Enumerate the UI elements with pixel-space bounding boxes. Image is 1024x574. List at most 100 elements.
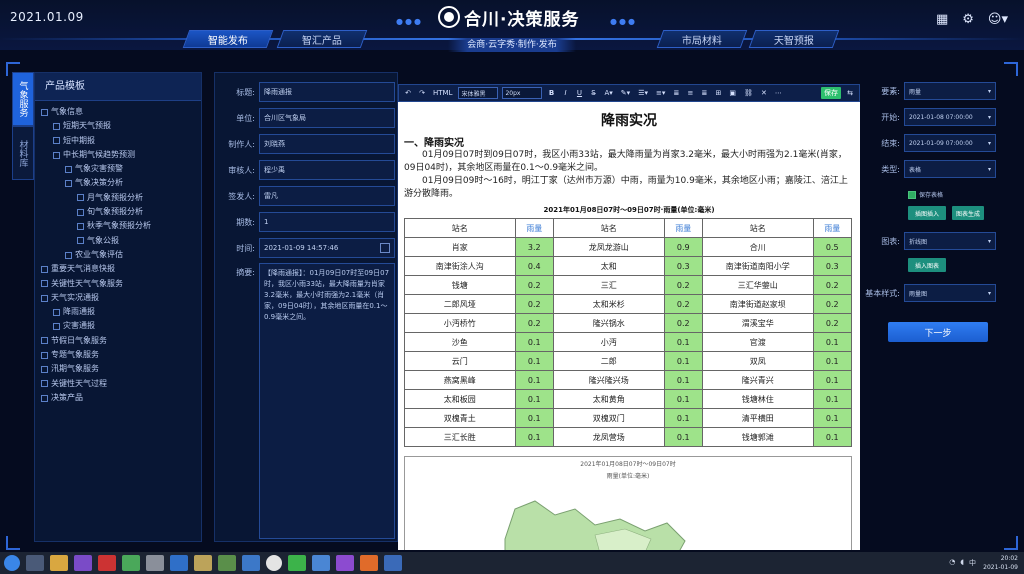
save-table-checkbox[interactable]: 保存表格 xyxy=(908,190,943,199)
wifi-icon[interactable]: ◔ xyxy=(949,558,955,568)
chrome-icon[interactable] xyxy=(266,555,282,571)
align-left-icon[interactable]: ≣ xyxy=(671,87,681,99)
undo-icon[interactable]: ↶ xyxy=(403,87,413,99)
highlight-icon[interactable]: ✎▾ xyxy=(619,87,632,99)
settings-select[interactable]: 2021-01-09 07:00:00 ▾ xyxy=(904,134,996,152)
tree-item[interactable]: 中长期气候趋势预测 xyxy=(35,148,201,162)
insert-chart-button[interactable]: 插入图表 xyxy=(908,258,946,272)
tree-item[interactable]: 决策产品 xyxy=(35,391,201,405)
start-icon[interactable] xyxy=(4,555,20,571)
taskbar-app-icon[interactable] xyxy=(312,555,330,571)
tab-smart-products[interactable]: 智汇产品 xyxy=(276,30,368,48)
visual-studio-icon[interactable] xyxy=(336,555,354,571)
side-tab-weather-service[interactable]: 气象服务 xyxy=(12,72,34,126)
folder-icon[interactable] xyxy=(50,555,68,571)
redo-icon[interactable]: ↷ xyxy=(417,87,427,99)
next-step-button[interactable]: 下一步 xyxy=(888,322,988,342)
chart-type-select[interactable]: 折线图 ▾ xyxy=(904,232,996,250)
tree-expander-icon[interactable] xyxy=(65,251,72,259)
form-input[interactable]: 雷凡 xyxy=(259,186,395,206)
form-input[interactable]: 2021-01-09 14:57:46 xyxy=(259,238,395,258)
tools-icon[interactable] xyxy=(194,555,212,571)
tree-item[interactable]: 关键性天气气象服务 xyxy=(35,277,201,291)
tab-forecast[interactable]: 天智预报 xyxy=(748,30,840,48)
tree-expander-icon[interactable] xyxy=(41,380,48,388)
ordered-list-icon[interactable]: ≡▾ xyxy=(654,87,667,99)
align-right-icon[interactable]: ≣ xyxy=(699,87,709,99)
swap-icon[interactable]: ⇆ xyxy=(845,87,855,99)
system-clock[interactable]: 20:02 2021-01-09 xyxy=(983,554,1018,572)
tree-expander-icon[interactable] xyxy=(41,337,48,345)
style-select[interactable]: 雨量图 ▾ xyxy=(904,284,996,302)
tree-item[interactable]: 重要天气消息快报 xyxy=(35,262,201,276)
tree-item[interactable]: 气象灾害预警 xyxy=(35,162,201,176)
tree-item[interactable]: 汛期气象服务 xyxy=(35,362,201,376)
outlook-icon[interactable] xyxy=(242,555,260,571)
tree-expander-icon[interactable] xyxy=(65,180,72,188)
tree-expander-icon[interactable] xyxy=(65,165,72,173)
tree-item[interactable]: 灾害通报 xyxy=(35,319,201,333)
tree-item[interactable]: 气象决策分析 xyxy=(35,176,201,190)
taskbar-app-icon[interactable] xyxy=(360,555,378,571)
html-button[interactable]: HTML xyxy=(431,87,454,99)
tree-item[interactable]: 气象信息 xyxy=(35,105,201,119)
save-button[interactable]: 保存 xyxy=(821,87,841,99)
tree-item[interactable]: 天气实况通报 xyxy=(35,291,201,305)
taskbar-app-icon[interactable] xyxy=(26,555,44,571)
calendar-icon[interactable] xyxy=(380,243,390,253)
tab-city-materials[interactable]: 市局材料 xyxy=(656,30,748,48)
insert-table-button[interactable]: 插图插入 xyxy=(908,206,946,220)
tree-item[interactable]: 农业气象评估 xyxy=(35,248,201,262)
clear-format-icon[interactable]: ✕ xyxy=(759,87,769,99)
form-input[interactable]: 程少禹 xyxy=(259,160,395,180)
input-method-icon[interactable]: 中 xyxy=(969,558,976,568)
tree-expander-icon[interactable] xyxy=(53,323,60,331)
strikethrough-icon[interactable]: S̶ xyxy=(588,87,598,99)
taskbar-app-icon[interactable] xyxy=(384,555,402,571)
tree-expander-icon[interactable] xyxy=(77,208,84,216)
taskbar-app-icon[interactable] xyxy=(146,555,164,571)
side-tab-materials[interactable]: 材料库 xyxy=(12,126,34,180)
tree-expander-icon[interactable] xyxy=(77,194,84,202)
taskbar-app-icon[interactable] xyxy=(122,555,140,571)
underline-button[interactable]: U xyxy=(574,87,584,99)
generate-chart-button[interactable]: 图表生成 xyxy=(952,206,984,220)
tree-expander-icon[interactable] xyxy=(41,108,48,116)
form-input[interactable]: 降雨通报 xyxy=(259,82,395,102)
tree-item[interactable]: 专题气象服务 xyxy=(35,348,201,362)
word-icon[interactable] xyxy=(170,555,188,571)
tree-expander-icon[interactable] xyxy=(77,223,84,231)
tree-item[interactable]: 月气象预报分析 xyxy=(35,191,201,205)
taskbar-app-icon[interactable] xyxy=(218,555,236,571)
form-input[interactable]: 1 xyxy=(259,212,395,232)
image-icon[interactable]: ▣ xyxy=(727,87,738,99)
tree-expander-icon[interactable] xyxy=(53,151,60,159)
gear-icon[interactable]: ⚙ xyxy=(962,12,974,27)
tree-item[interactable]: 短中期报 xyxy=(35,134,201,148)
settings-select[interactable]: 雨量 ▾ xyxy=(904,82,996,100)
tree-expander-icon[interactable] xyxy=(53,308,60,316)
document-editor[interactable]: 降雨实况 一、降雨实况 01月09日07时到09日07时，我区小雨33站，最大降… xyxy=(398,102,860,550)
taskbar-app-icon[interactable] xyxy=(98,555,116,571)
form-input[interactable]: 合川区气象局 xyxy=(259,108,395,128)
settings-select[interactable]: 2021-01-08 07:00:00 ▾ xyxy=(904,108,996,126)
user-icon[interactable]: ☺▾ xyxy=(988,12,1008,27)
bold-button[interactable]: B xyxy=(546,87,556,99)
link-icon[interactable]: ⛓ xyxy=(742,87,755,99)
tab-smart-publish[interactable]: 智能发布 xyxy=(182,30,274,48)
checkbox-checked-icon[interactable] xyxy=(908,190,916,199)
tree-item[interactable]: 降雨通报 xyxy=(35,305,201,319)
list-icon[interactable]: ☰▾ xyxy=(636,87,650,99)
italic-button[interactable]: I xyxy=(560,87,570,99)
summary-textarea[interactable]: 【降雨通报】：01月09日07时至09日07时，我区小雨33站，最大降雨量为肖家… xyxy=(259,263,395,539)
font-size-select[interactable]: 20px xyxy=(502,87,543,99)
tree-item[interactable]: 节假日气象服务 xyxy=(35,334,201,348)
tree-expander-icon[interactable] xyxy=(41,394,48,402)
volume-icon[interactable]: ◖ xyxy=(960,558,964,568)
tree-item[interactable]: 短期天气预报 xyxy=(35,119,201,133)
table-icon[interactable]: ⊞ xyxy=(713,87,723,99)
grid-icon[interactable]: ▦ xyxy=(936,12,948,27)
font-color-icon[interactable]: A▾ xyxy=(602,87,614,99)
tree-item[interactable]: 秋季气象预报分析 xyxy=(35,219,201,233)
tree-expander-icon[interactable] xyxy=(41,365,48,373)
